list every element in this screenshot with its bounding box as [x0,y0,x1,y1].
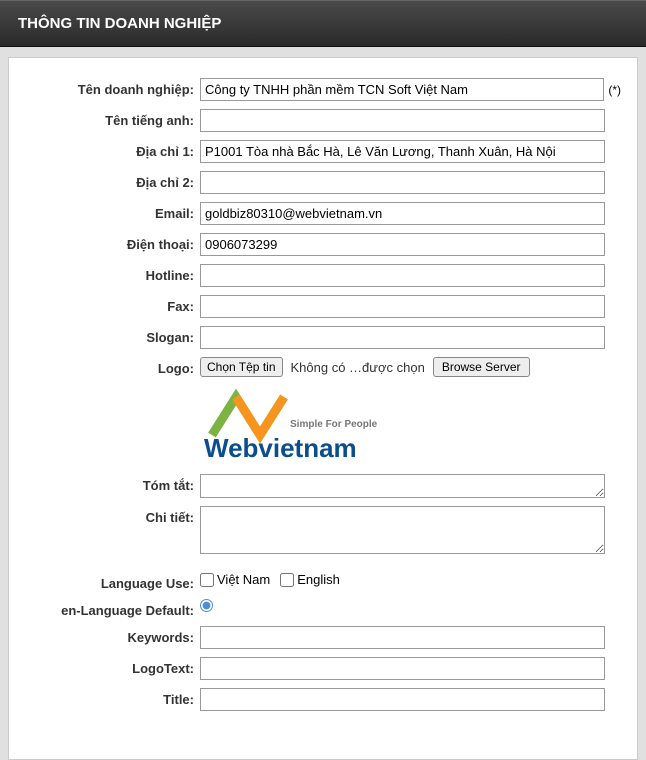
label-company: Tên doanh nghiệp: [25,78,200,97]
slogan-input[interactable] [200,326,605,349]
label-addr2: Địa chỉ 2: [25,171,200,190]
enname-input[interactable] [200,109,605,132]
label-slogan: Slogan: [25,326,200,345]
no-file-text: Không có …được chọn [291,360,425,375]
label-phone: Điện thoại: [25,233,200,252]
lang-english-label[interactable]: English [280,572,340,587]
logo-tagline: Simple For People [290,419,378,430]
label-title: Title: [25,688,200,707]
form-panel: Tên doanh nghiệp: (*) Tên tiếng anh: Địa… [8,57,638,760]
page-title: THÔNG TIN DOANH NGHIỆP [18,15,221,32]
label-hotline: Hotline: [25,264,200,283]
label-languse: Language Use: [25,572,200,591]
company-input[interactable] [200,78,604,101]
logo-preview: Simple For People Webvietnam [200,385,621,468]
choose-file-button[interactable]: Chọn Tệp tin [200,357,283,377]
summary-textarea[interactable] [200,474,605,498]
addr1-input[interactable] [200,140,605,163]
required-mark: (*) [608,83,621,97]
label-summary: Tóm tắt: [25,474,200,493]
label-logo: Logo: [25,357,200,376]
label-detail: Chi tiết: [25,506,200,525]
hotline-input[interactable] [200,264,605,287]
page-header: THÔNG TIN DOANH NGHIỆP [0,0,646,47]
label-fax: Fax: [25,295,200,314]
keywords-input[interactable] [200,626,605,649]
lang-vietnam-checkbox[interactable] [200,573,214,587]
browse-server-button[interactable]: Browse Server [433,357,530,377]
email-input[interactable] [200,202,605,225]
label-keywords: Keywords: [25,626,200,645]
title-input[interactable] [200,688,605,711]
detail-textarea[interactable] [200,506,605,554]
phone-input[interactable] [200,233,605,256]
label-logotext: LogoText: [25,657,200,676]
label-email: Email: [25,202,200,221]
label-enname: Tên tiếng anh: [25,109,200,128]
label-addr1: Địa chỉ 1: [25,140,200,159]
lang-default-radio[interactable] [200,599,213,612]
fax-input[interactable] [200,295,605,318]
addr2-input[interactable] [200,171,605,194]
logotext-input[interactable] [200,657,605,680]
lang-vietnam-label[interactable]: Việt Nam [200,572,270,587]
lang-english-checkbox[interactable] [280,573,294,587]
label-langdefault: en-Language Default: [25,599,200,618]
logo-brand: Webvietnam [204,433,357,463]
